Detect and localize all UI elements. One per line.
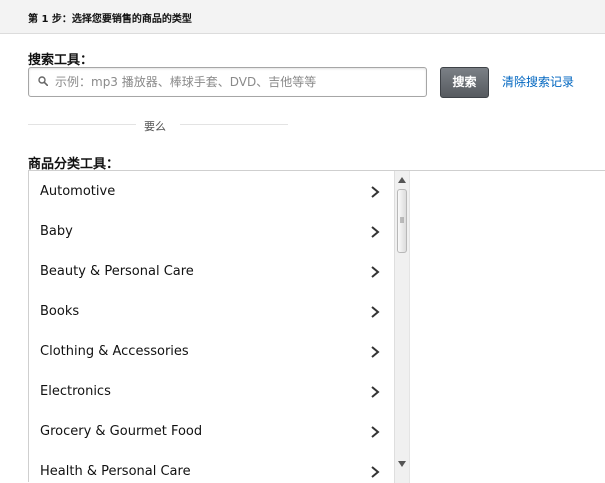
category-label: Beauty & Personal Care — [40, 264, 194, 279]
category-item-beauty[interactable]: Beauty & Personal Care — [31, 251, 409, 291]
grip-icon — [400, 217, 404, 223]
category-label: Books — [40, 304, 80, 319]
divider-line-right — [180, 124, 288, 125]
chevron-right-icon — [371, 386, 380, 398]
category-item-electronics[interactable]: Electronics — [31, 371, 409, 411]
chevron-right-icon — [371, 266, 380, 278]
category-list[interactable]: Automotive Baby Beauty & Personal Care B… — [31, 171, 409, 483]
scrollbar-thumb[interactable] — [397, 189, 407, 253]
chevron-right-icon — [371, 346, 380, 358]
category-item-health[interactable]: Health & Personal Care — [31, 451, 409, 483]
category-browser: Automotive Baby Beauty & Personal Care B… — [28, 170, 605, 483]
category-item-clothing[interactable]: Clothing & Accessories — [31, 331, 409, 371]
clear-search-history-link[interactable]: 清除搜索记录 — [502, 73, 574, 90]
or-divider: 要么 — [28, 118, 289, 133]
chevron-right-icon — [371, 226, 380, 238]
category-item-grocery[interactable]: Grocery & Gourmet Food — [31, 411, 409, 451]
chevron-right-icon — [371, 186, 380, 198]
category-label: Baby — [40, 224, 73, 239]
step-header: 第 1 步：选择您要销售的商品的类型 — [0, 0, 605, 34]
category-label: Health & Personal Care — [40, 464, 191, 479]
scroll-up-arrow-icon[interactable] — [398, 177, 406, 183]
category-item-automotive[interactable]: Automotive — [31, 171, 409, 211]
step-title: 第 1 步：选择您要销售的商品的类型 — [28, 14, 192, 25]
category-item-books[interactable]: Books — [31, 291, 409, 331]
search-button[interactable]: 搜索 — [440, 67, 489, 98]
search-icon — [38, 76, 48, 86]
search-input[interactable] — [55, 71, 415, 93]
divider-line-left — [28, 124, 136, 125]
category-scrollbar[interactable] — [394, 171, 409, 483]
category-label: Clothing & Accessories — [40, 344, 189, 359]
chevron-right-icon — [371, 426, 380, 438]
search-tool-label: 搜索工具： — [28, 53, 94, 68]
category-label: Grocery & Gourmet Food — [40, 424, 203, 439]
chevron-right-icon — [371, 306, 380, 318]
category-item-baby[interactable]: Baby — [31, 211, 409, 251]
or-label: 要么 — [144, 120, 166, 133]
search-box[interactable] — [28, 67, 427, 97]
subcategory-panel — [409, 171, 605, 483]
chevron-right-icon — [371, 466, 380, 478]
category-label: Electronics — [40, 384, 111, 399]
scroll-down-arrow-icon[interactable] — [398, 461, 406, 467]
category-label: Automotive — [40, 184, 116, 199]
